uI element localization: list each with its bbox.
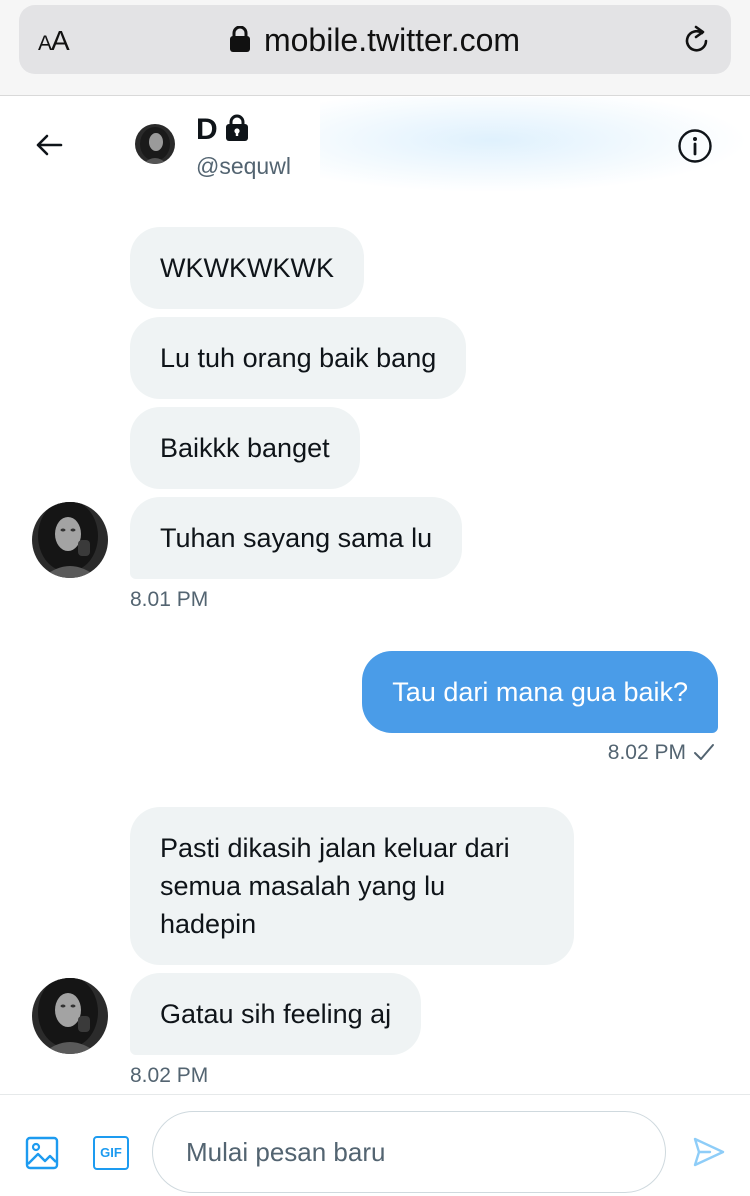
message-bubble[interactable]: Gatau sih feeling aj xyxy=(130,973,422,1055)
url-display[interactable]: mobile.twitter.com xyxy=(19,22,731,59)
info-icon[interactable] xyxy=(677,128,713,164)
message-bubble[interactable]: Pasti dikasih jalan keluar dari semua ma… xyxy=(130,807,574,965)
avatar[interactable] xyxy=(32,978,108,1054)
message-timestamp: 8.02 PM xyxy=(607,741,686,764)
message-timestamp: 8.02 PM xyxy=(130,1064,209,1087)
message-bubble[interactable]: WKWKWKWK xyxy=(130,227,364,309)
sent-message-status: 8.02 PM xyxy=(608,741,716,765)
sent-message-bubble[interactable]: Tau dari mana gua baik? xyxy=(362,651,718,733)
send-icon[interactable] xyxy=(692,1135,726,1169)
browser-chrome: AA mobile.twitter.com xyxy=(0,0,750,96)
contact-handle: @sequwl xyxy=(196,153,291,179)
message-input[interactable] xyxy=(152,1111,666,1193)
message-timestamp: 8.01 PM xyxy=(130,588,209,611)
url-text: mobile.twitter.com xyxy=(263,22,521,58)
back-arrow-icon[interactable] xyxy=(33,129,65,161)
avatar[interactable] xyxy=(135,124,175,164)
gif-icon[interactable]: GIF xyxy=(93,1136,129,1170)
reload-icon[interactable] xyxy=(681,24,713,56)
message-bubble[interactable]: Tuhan sayang sama lu xyxy=(130,497,463,579)
message-bubble[interactable]: Baikkk banget xyxy=(130,407,360,489)
check-icon xyxy=(694,744,714,760)
message-bubble[interactable]: Lu tuh orang baik bang xyxy=(130,317,467,399)
message-composer: GIF xyxy=(0,1094,750,1196)
url-bar[interactable]: AA mobile.twitter.com xyxy=(19,5,731,74)
contact-name[interactable]: D xyxy=(196,112,252,147)
protected-lock-icon xyxy=(225,114,248,141)
avatar[interactable] xyxy=(32,502,108,578)
conversation-header: D @sequwl xyxy=(0,97,750,193)
image-icon[interactable] xyxy=(25,1136,59,1170)
lock-icon xyxy=(229,26,250,52)
